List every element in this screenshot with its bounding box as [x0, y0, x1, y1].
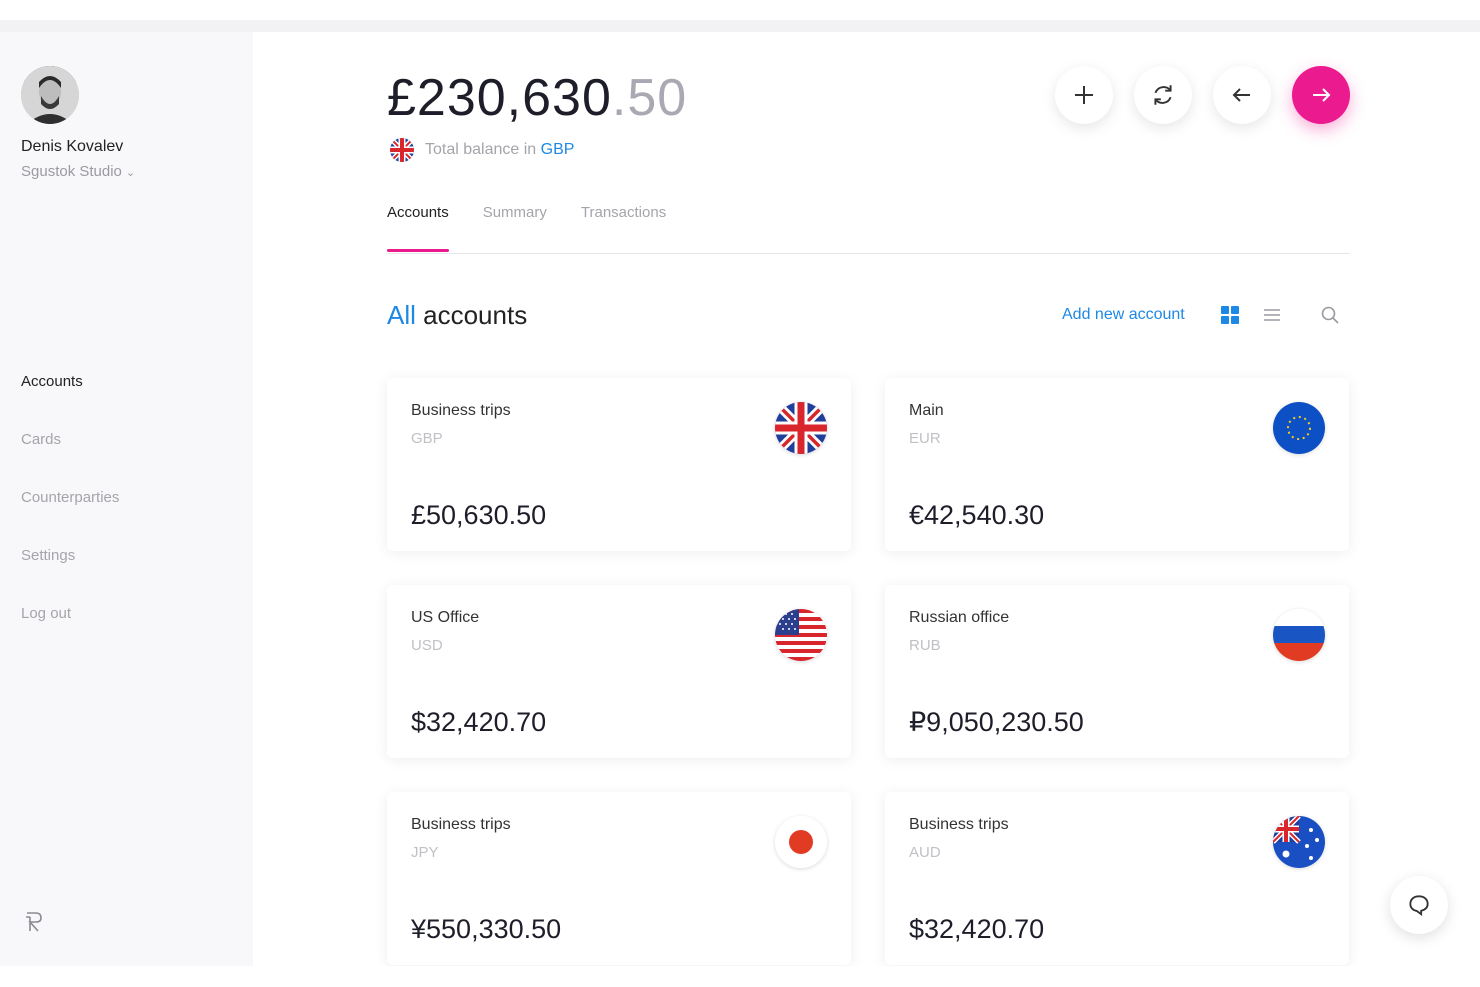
account-card[interactable]: US Office USD $32,420.70: [387, 585, 851, 758]
list-view-button[interactable]: [1261, 304, 1283, 326]
add-new-account-link[interactable]: Add new account: [1062, 306, 1185, 324]
exchange-button[interactable]: [1134, 66, 1192, 124]
account-name: Business trips: [909, 816, 1009, 833]
us-flag-icon: [775, 609, 827, 661]
sidebar-nav: Accounts Cards Counterparties Settings L…: [21, 372, 119, 662]
organization-switcher[interactable]: Sgustok Studio ⌄: [21, 163, 135, 180]
sidebar-item-cards[interactable]: Cards: [21, 430, 119, 488]
account-balance: ¥550,330.50: [411, 914, 562, 944]
account-currency-code: EUR: [909, 430, 941, 447]
account-name: Main: [909, 402, 944, 419]
add-button[interactable]: [1055, 66, 1113, 124]
total-balance-text: Total balance in: [425, 141, 537, 158]
account-balance: ₽9,050,230.50: [909, 707, 1084, 737]
bottom-bar: [0, 966, 1480, 987]
account-card[interactable]: Business trips AUD $32,420.70: [885, 792, 1349, 965]
plus-icon: [1075, 86, 1093, 104]
search-icon: [1321, 306, 1339, 324]
user-name: Denis Kovalev: [21, 138, 124, 155]
russia-flag-icon: [1273, 609, 1325, 661]
tab-bar: Accounts Summary Transactions: [387, 204, 1350, 254]
eu-flag-icon: [1273, 402, 1325, 454]
section-title: All accounts: [387, 300, 527, 331]
section-title-rest: accounts: [415, 300, 528, 330]
account-balance: €42,540.30: [909, 500, 1045, 530]
section-title-highlight: All: [387, 300, 416, 330]
tab-transactions[interactable]: Transactions: [581, 204, 666, 253]
total-balance-label: Total balance in GBP: [389, 137, 574, 163]
balance-currency-link[interactable]: GBP: [541, 141, 575, 158]
account-balance: £50,630.50: [411, 500, 547, 530]
australia-flag-icon: [1273, 816, 1325, 868]
tab-accounts[interactable]: Accounts: [387, 204, 449, 253]
top-bar: [0, 0, 1480, 32]
japan-flag-icon: [775, 816, 827, 868]
refresh-icon: [1154, 85, 1172, 105]
chevron-down-icon: ⌄: [125, 167, 136, 179]
revolut-logo-icon: [21, 910, 45, 934]
chat-bubble-icon: [1409, 895, 1429, 917]
total-balance: £230,630.50: [387, 68, 687, 128]
list-icon: [1263, 309, 1280, 321]
send-button[interactable]: [1292, 66, 1350, 124]
account-card[interactable]: Main EUR €42,540.30: [885, 378, 1349, 551]
account-currency-code: USD: [411, 637, 443, 654]
account-tools: Add new account: [1062, 304, 1341, 326]
sidebar-item-counterparties[interactable]: Counterparties: [21, 488, 119, 546]
arrow-right-icon: [1313, 88, 1331, 102]
chat-button[interactable]: [1390, 876, 1448, 934]
account-name: US Office: [411, 609, 480, 626]
account-currency-code: RUB: [909, 637, 941, 654]
account-card[interactable]: Business trips GBP £50,630.50: [387, 378, 851, 551]
account-balance: $32,420.70: [411, 707, 547, 737]
uk-flag-icon: [775, 402, 827, 454]
action-buttons: [1055, 66, 1350, 124]
account-balance: $32,420.70: [909, 914, 1045, 944]
search-button[interactable]: [1319, 304, 1341, 326]
arrow-left-icon: [1232, 88, 1250, 102]
main-content: £230,630.50 Total balance in GBP Account…: [253, 32, 1480, 966]
account-card[interactable]: Business trips JPY ¥550,330.50: [387, 792, 851, 965]
account-name: Business trips: [411, 402, 511, 419]
balance-whole: £230,630: [387, 69, 612, 127]
balance-cents: .50: [611, 69, 688, 127]
sidebar-item-logout[interactable]: Log out: [21, 604, 119, 662]
grid-view-button[interactable]: [1219, 304, 1241, 326]
account-currency-code: JPY: [411, 844, 439, 861]
grid-icon: [1220, 306, 1239, 324]
account-name: Business trips: [411, 816, 511, 833]
account-currency-code: GBP: [411, 430, 443, 447]
sidebar: Denis Kovalev Sgustok Studio ⌄ Accounts C…: [0, 32, 253, 966]
sidebar-item-accounts[interactable]: Accounts: [21, 372, 119, 430]
uk-flag-icon: [390, 138, 414, 162]
organization-name: Sgustok Studio: [21, 163, 122, 180]
tab-summary[interactable]: Summary: [483, 204, 547, 253]
accounts-grid: Business trips GBP £50,630.50 Main EUR €…: [387, 378, 1350, 965]
avatar[interactable]: [21, 66, 79, 124]
account-currency-code: AUD: [909, 844, 941, 861]
account-name: Russian office: [909, 609, 1010, 626]
request-button[interactable]: [1213, 66, 1271, 124]
sidebar-item-settings[interactable]: Settings: [21, 546, 119, 604]
account-card[interactable]: Russian office RUB ₽9,050,230.50: [885, 585, 1349, 758]
